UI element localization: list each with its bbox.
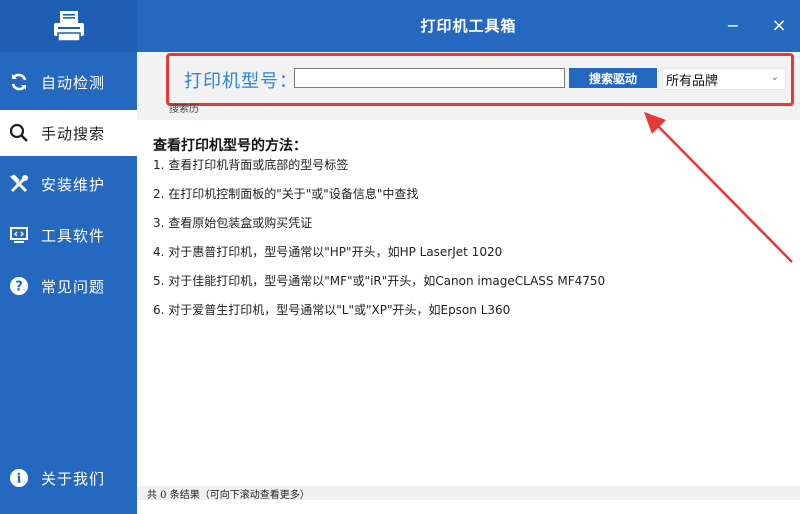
- annotation-arrow: [644, 112, 793, 263]
- result-count-text: 共 0 条结果（可向下滚动查看更多）: [147, 490, 310, 501]
- status-bar: 共 0 条结果（可向下滚动查看更多）: [137, 486, 800, 501]
